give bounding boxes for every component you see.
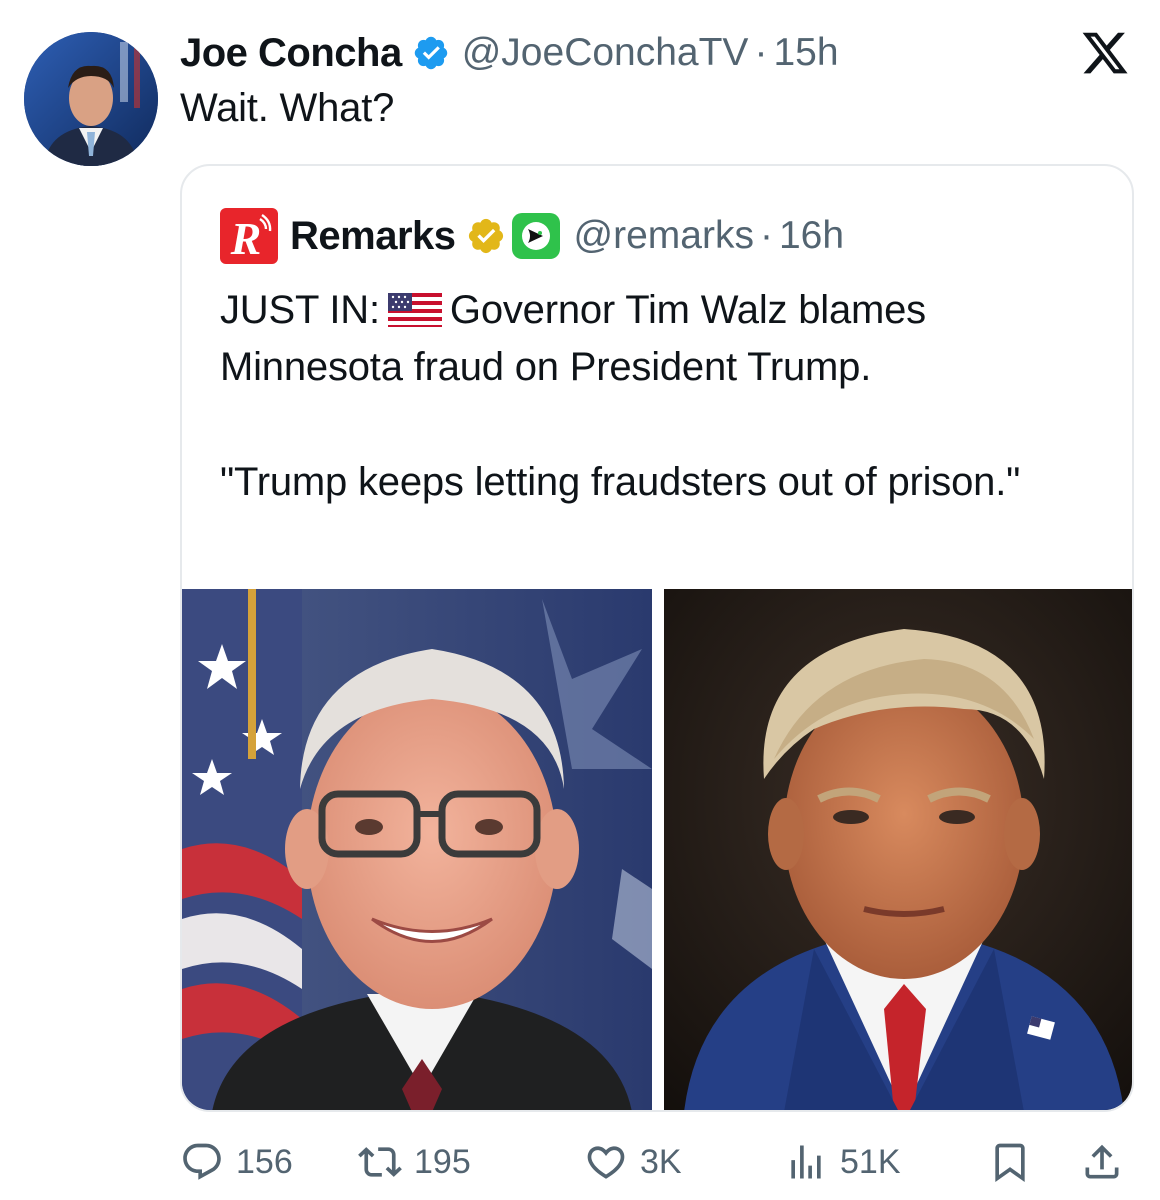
- tweet-timestamp[interactable]: 15h: [773, 31, 838, 75]
- tweet-header: Joe Concha @JoeConchaTV · 15h: [180, 28, 839, 78]
- quoted-tweet-timestamp[interactable]: 16h: [779, 214, 844, 258]
- avatar-photo: [24, 32, 158, 166]
- just-in-label: JUST IN:: [220, 288, 380, 332]
- reply-count: 156: [236, 1142, 293, 1181]
- repost-button[interactable]: 195: [358, 1134, 471, 1190]
- photo-donald-trump[interactable]: [664, 589, 1132, 1110]
- separator-dot: ·: [754, 31, 768, 74]
- quoted-tweet-text: JUST IN: Governor Tim Walz blames Minnes…: [220, 282, 1100, 511]
- views-chart-icon: [791, 1145, 821, 1179]
- affiliate-badge-mark: [521, 222, 550, 250]
- x-logo-icon: [1082, 32, 1128, 74]
- views-count: 51K: [840, 1142, 901, 1181]
- quoted-tweet-header: R Remarks @remarks · 16h: [220, 208, 844, 264]
- tweet-action-bar: 156 195 3K 51K: [180, 1134, 1134, 1190]
- quoted-tweet-card[interactable]: R Remarks @remarks · 16h JUST IN: Govern…: [180, 164, 1134, 1112]
- quoted-tweet-headline: JUST IN: Governor Tim Walz blames Minnes…: [220, 282, 1100, 396]
- tweet-text: Wait. What?: [180, 86, 395, 130]
- photo-trump-illustration: [664, 589, 1132, 1110]
- heart-icon: [587, 1146, 625, 1179]
- repost-icon: [358, 1147, 402, 1177]
- author-display-name[interactable]: Joe Concha: [180, 31, 402, 76]
- author-handle[interactable]: @JoeConchaTV: [462, 31, 749, 75]
- author-avatar[interactable]: [24, 32, 158, 166]
- repost-count: 195: [414, 1142, 471, 1181]
- like-count: 3K: [640, 1142, 682, 1181]
- reply-button[interactable]: 156: [180, 1134, 293, 1190]
- bookmark-button[interactable]: [988, 1134, 1032, 1190]
- gold-verified-badge-icon: [468, 218, 503, 254]
- share-button[interactable]: [1080, 1134, 1124, 1190]
- photo-walz-illustration: [182, 589, 652, 1110]
- us-flag-icon: [387, 293, 442, 327]
- quoted-author-display-name[interactable]: Remarks: [290, 214, 456, 259]
- remarks-logo-letter: R: [230, 213, 262, 261]
- reply-icon: [183, 1143, 221, 1180]
- share-icon: [1085, 1144, 1119, 1179]
- quoted-tweet-quote: "Trump keeps letting fraudsters out of p…: [220, 460, 1021, 504]
- separator-dot: ·: [759, 214, 773, 257]
- photo-tim-walz[interactable]: [182, 589, 652, 1110]
- remarks-logo-icon[interactable]: R: [220, 208, 278, 264]
- quoted-author-handle[interactable]: @remarks: [574, 214, 754, 258]
- verified-badge-icon: [414, 36, 447, 70]
- views-button[interactable]: 51K: [784, 1134, 901, 1190]
- like-button[interactable]: 3K: [584, 1134, 682, 1190]
- affiliate-badge-icon[interactable]: [511, 213, 560, 259]
- bookmark-icon: [995, 1143, 1025, 1183]
- remarks-logo-mark: R: [230, 213, 272, 261]
